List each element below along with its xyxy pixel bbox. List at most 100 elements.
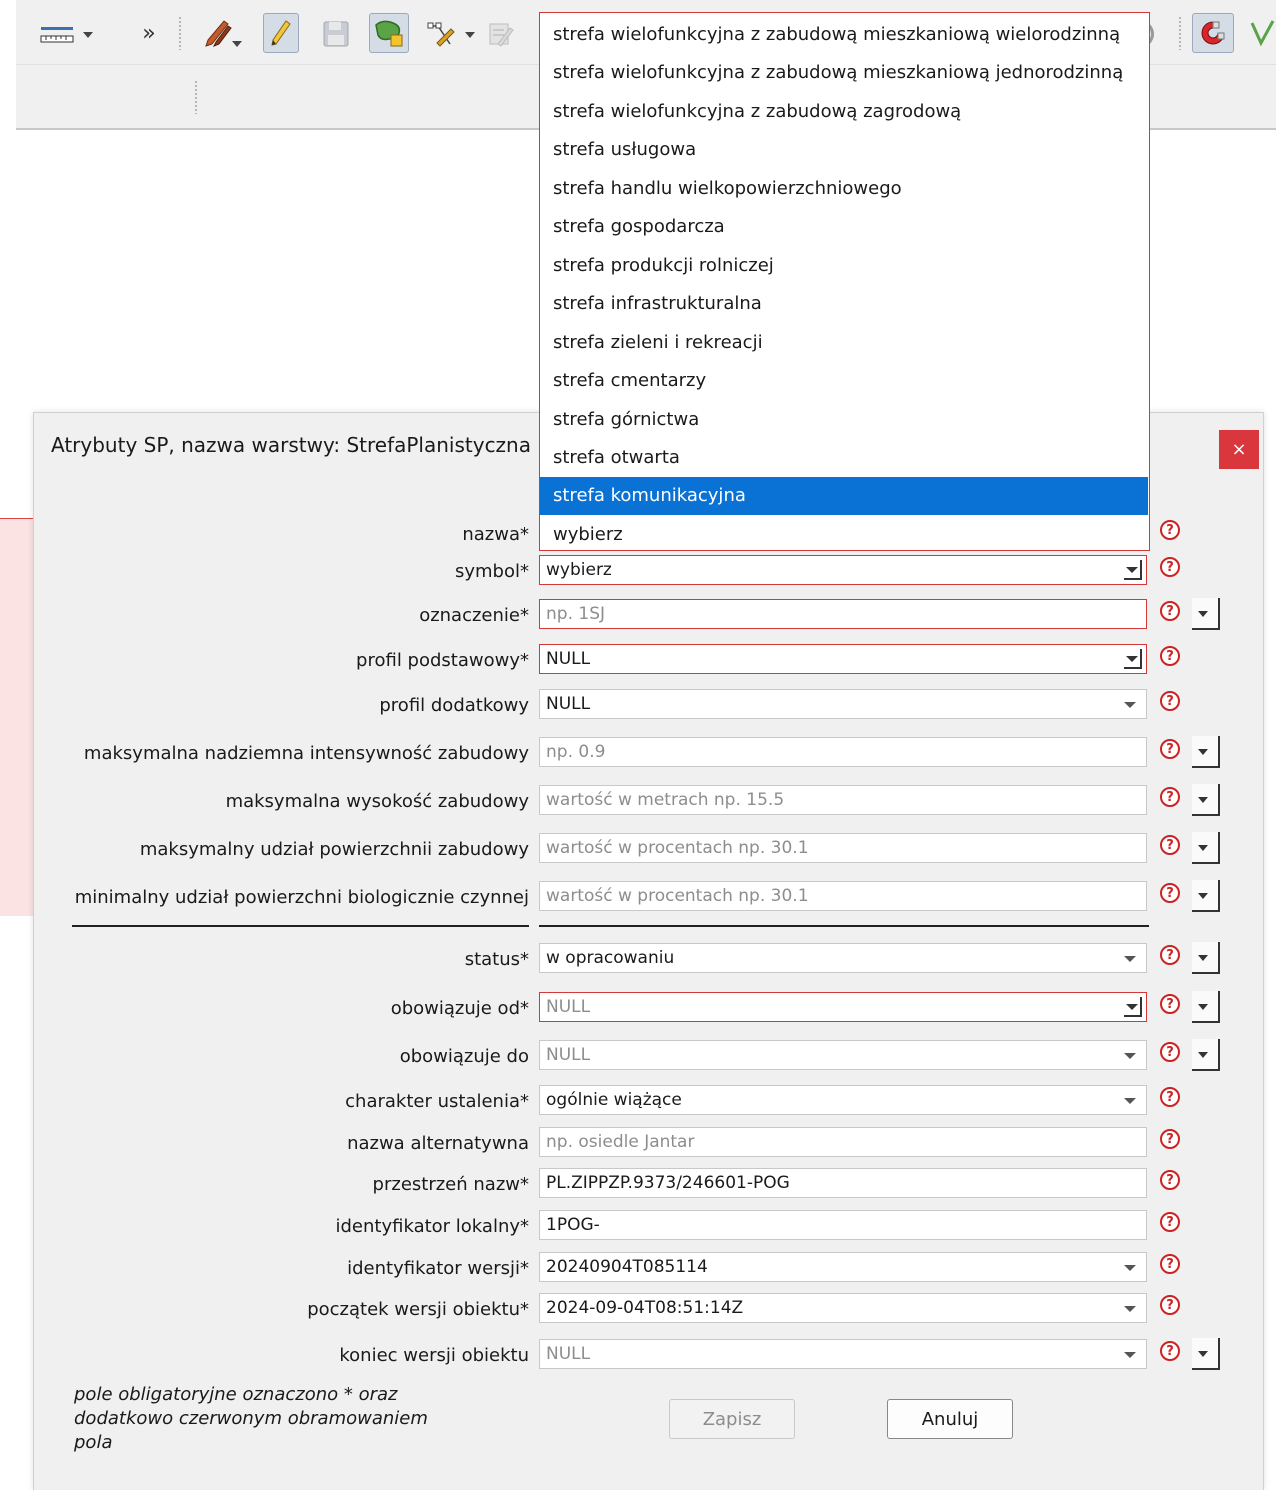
status-value: w opracowaniu xyxy=(546,948,675,968)
koniec-wersji-select[interactable]: NULL xyxy=(539,1339,1147,1369)
dropdown-option[interactable]: strefa infrastrukturalna xyxy=(540,285,1148,323)
help-icon[interactable]: ? xyxy=(1160,1170,1180,1190)
dropdown-option[interactable]: strefa gospodarcza xyxy=(540,208,1148,246)
close-icon[interactable]: × xyxy=(1219,430,1259,469)
chevron-down-icon[interactable] xyxy=(1124,1352,1136,1358)
help-icon[interactable]: ? xyxy=(1160,557,1180,577)
help-icon[interactable]: ? xyxy=(1160,1042,1180,1062)
field-options-button[interactable] xyxy=(1192,1338,1220,1370)
field-options-button[interactable] xyxy=(1192,991,1220,1023)
digitize-dropdown-icon[interactable] xyxy=(232,40,242,48)
label-identyfikator-lokalny: identyfikator lokalny* xyxy=(335,1216,530,1237)
symbol-dropdown-list[interactable]: strefa wielofunkcyjna z zabudową mieszka… xyxy=(539,12,1150,551)
dropdown-option[interactable]: strefa handlu wielkopowierzchniowego xyxy=(540,170,1148,208)
dropdown-option[interactable]: wybierz xyxy=(540,516,1148,554)
toolbar-grip-right[interactable] xyxy=(1178,16,1182,50)
save-button[interactable]: Zapisz xyxy=(669,1399,795,1439)
dropdown-option[interactable]: strefa wielofunkcyjna z zabudową zagrodo… xyxy=(540,93,1148,131)
help-icon[interactable]: ? xyxy=(1160,1295,1180,1315)
label-nazwa-alternatywna: nazwa alternatywna xyxy=(347,1133,529,1154)
obowiazuje-od-select[interactable]: NULL xyxy=(539,992,1147,1022)
help-icon[interactable]: ? xyxy=(1160,1129,1180,1149)
field-options-button[interactable] xyxy=(1192,784,1220,816)
koniec-wersji-value: NULL xyxy=(546,1344,591,1364)
field-options-button[interactable] xyxy=(1192,942,1220,974)
biologicznie-czynna-input[interactable]: wartość w procentach np. 30.1 xyxy=(539,881,1147,911)
help-icon[interactable]: ? xyxy=(1160,945,1180,965)
measure-dropdown-icon[interactable] xyxy=(82,30,94,40)
help-icon[interactable]: ? xyxy=(1160,520,1180,540)
help-icon[interactable]: ? xyxy=(1160,1254,1180,1274)
dropdown-option[interactable]: strefa cmentarzy xyxy=(540,362,1148,400)
help-icon[interactable]: ? xyxy=(1160,1212,1180,1232)
chevron-down-icon[interactable] xyxy=(1124,1098,1136,1104)
help-icon[interactable]: ? xyxy=(1160,1087,1180,1107)
field-options-button[interactable] xyxy=(1192,832,1220,864)
toggle-editing-icon[interactable] xyxy=(263,13,299,53)
measure-icon[interactable] xyxy=(36,14,78,54)
dropdown-option-selected[interactable]: strefa komunikacyjna xyxy=(540,477,1148,515)
help-icon[interactable]: ? xyxy=(1160,646,1180,666)
nazwa-alternatywna-input[interactable]: np. osiedle Jantar xyxy=(539,1127,1147,1157)
status-select[interactable]: w opracowaniu xyxy=(539,943,1147,973)
attribute-edit-icon[interactable] xyxy=(486,14,516,54)
obowiazuje-do-select[interactable]: NULL xyxy=(539,1040,1147,1070)
required-fields-note: pole obligatoryjne oznaczono * oraz doda… xyxy=(74,1384,428,1453)
help-icon[interactable]: ? xyxy=(1160,739,1180,759)
row-profil-dodatkowy: profil dodatkowy NULL ? xyxy=(0,689,1276,723)
chevron-down-icon[interactable] xyxy=(1124,1265,1136,1271)
magnet-snapping-icon[interactable] xyxy=(1192,13,1234,53)
chevron-down-icon[interactable] xyxy=(1124,702,1136,708)
udzial-zabudowy-input[interactable]: wartość w procentach np. 30.1 xyxy=(539,833,1147,863)
przestrzen-nazw-input[interactable]: PL.ZIPPZP.9373/246601-POG xyxy=(539,1168,1147,1198)
toolbar-grip-row2[interactable] xyxy=(194,80,198,114)
overflow-chevrons-icon[interactable]: » xyxy=(136,18,162,48)
chevron-down-icon[interactable] xyxy=(1124,560,1142,580)
wysokosc-input[interactable]: wartość w metrach np. 15.5 xyxy=(539,785,1147,815)
profil-dodatkowy-select[interactable]: NULL xyxy=(539,689,1147,719)
chevron-down-icon[interactable] xyxy=(1124,956,1136,962)
dropdown-option[interactable]: strefa górnictwa xyxy=(540,401,1148,439)
vertex-tool-icon[interactable] xyxy=(424,14,460,54)
intensywnosc-input[interactable]: np. 0.9 xyxy=(539,737,1147,767)
field-options-button[interactable] xyxy=(1192,598,1220,630)
charakter-ustalenia-select[interactable]: ogólnie wiążące xyxy=(539,1085,1147,1115)
dropdown-option[interactable]: strefa wielofunkcyjna z zabudową mieszka… xyxy=(540,54,1148,92)
symbol-select[interactable]: wybierz xyxy=(539,555,1147,585)
cancel-button[interactable]: Anuluj xyxy=(887,1399,1013,1439)
help-icon[interactable]: ? xyxy=(1160,787,1180,807)
add-polygon-icon[interactable] xyxy=(369,13,409,53)
help-icon[interactable]: ? xyxy=(1160,601,1180,621)
row-wysokosc: maksymalna wysokość zabudowy wartość w m… xyxy=(0,784,1276,819)
profil-podstawowy-select[interactable]: NULL xyxy=(539,644,1147,674)
help-icon[interactable]: ? xyxy=(1160,835,1180,855)
trace-tool-icon[interactable] xyxy=(1248,16,1276,50)
poczatek-wersji-select[interactable]: 2024-09-04T08:51:14Z xyxy=(539,1293,1147,1323)
identyfikator-lokalny-input[interactable]: 1POG- xyxy=(539,1210,1147,1240)
help-icon[interactable]: ? xyxy=(1160,1341,1180,1361)
dropdown-option[interactable]: strefa usługowa xyxy=(540,131,1148,169)
chevron-down-icon[interactable] xyxy=(1124,997,1142,1017)
label-nazwa: nazwa* xyxy=(462,524,529,545)
chevron-down-icon[interactable] xyxy=(1124,1053,1136,1059)
dropdown-option[interactable]: strefa zieleni i rekreacji xyxy=(540,324,1148,362)
toolbar-grip[interactable] xyxy=(178,16,182,50)
identyfikator-wersji-select[interactable]: 20240904T085114 xyxy=(539,1252,1147,1282)
chevron-down-icon[interactable] xyxy=(1124,1306,1136,1312)
chevron-down-icon[interactable] xyxy=(1124,649,1142,669)
help-icon[interactable]: ? xyxy=(1160,691,1180,711)
row-oznaczenie: oznaczenie* np. 1SJ ? xyxy=(0,598,1276,633)
field-options-button[interactable] xyxy=(1192,880,1220,912)
help-icon[interactable]: ? xyxy=(1160,994,1180,1014)
dropdown-option[interactable]: strefa wielofunkcyjna z zabudową mieszka… xyxy=(540,16,1148,54)
save-edits-icon[interactable] xyxy=(318,14,354,54)
oznaczenie-input[interactable]: np. 1SJ xyxy=(539,599,1147,629)
vertex-dropdown-icon[interactable] xyxy=(464,30,476,40)
dropdown-option[interactable]: strefa otwarta xyxy=(540,439,1148,477)
field-options-button[interactable] xyxy=(1192,736,1220,768)
section-divider-left xyxy=(72,925,529,927)
help-icon[interactable]: ? xyxy=(1160,883,1180,903)
field-options-button[interactable] xyxy=(1192,1039,1220,1071)
digitize-pencils-icon[interactable] xyxy=(200,14,236,54)
dropdown-option[interactable]: strefa produkcji rolniczej xyxy=(540,247,1148,285)
